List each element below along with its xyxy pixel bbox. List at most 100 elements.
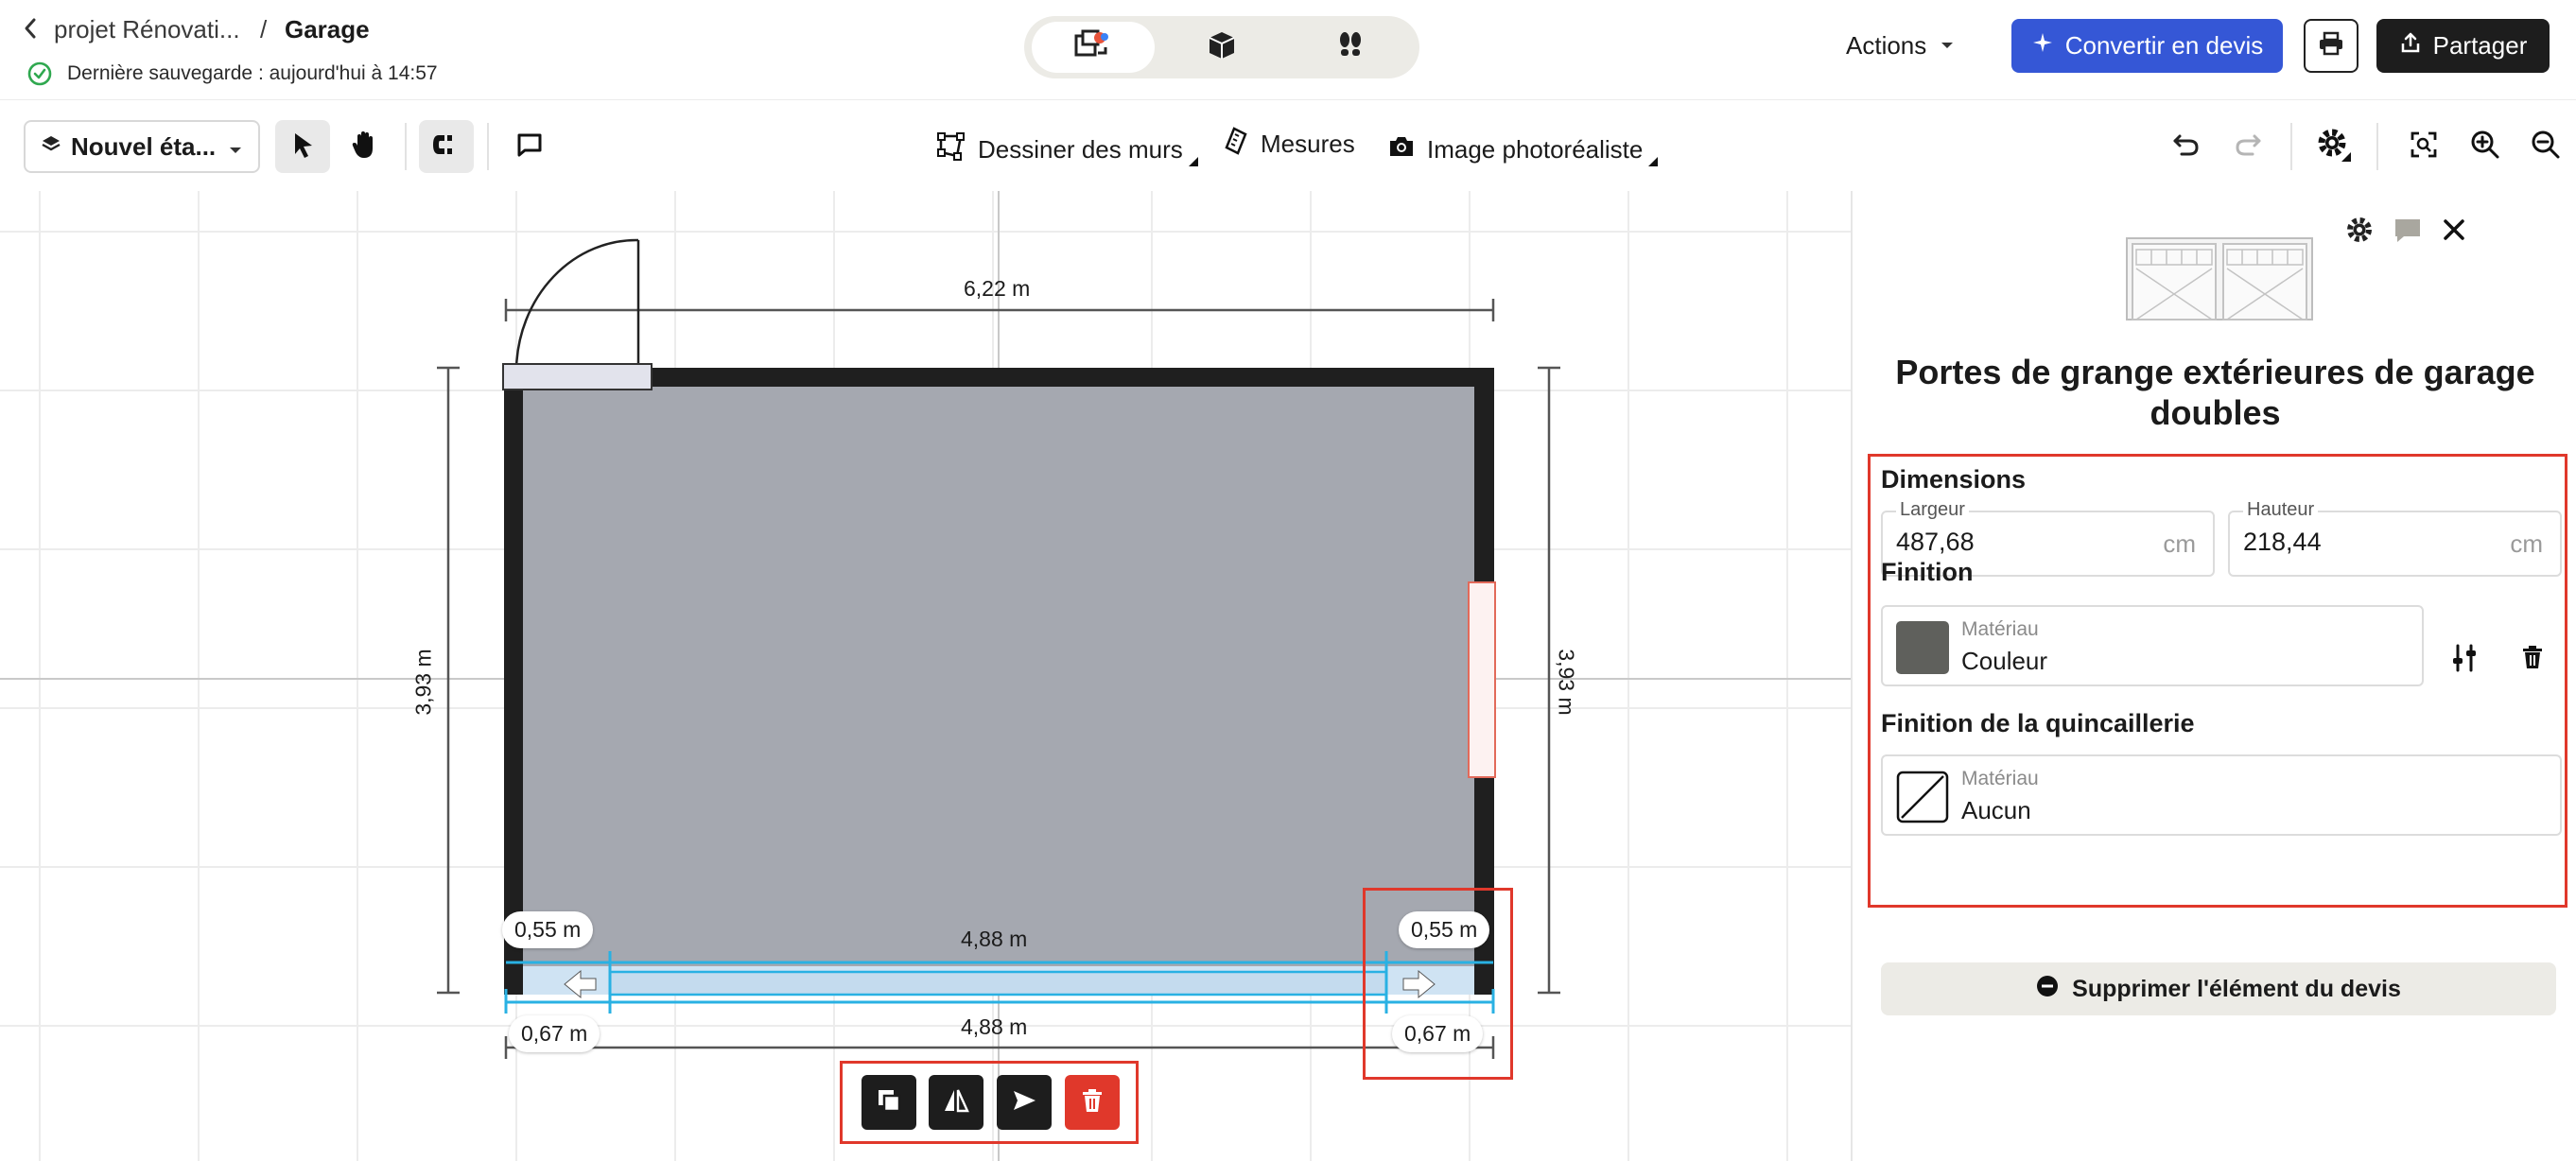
adjust-sliders-icon[interactable]: [2450, 643, 2479, 678]
actions-label: Actions: [1846, 31, 1927, 60]
breadcrumb-project[interactable]: projet Rénovati...: [54, 15, 240, 44]
flip-icon: [942, 1087, 970, 1118]
flip-button[interactable]: [929, 1075, 983, 1130]
dimension-line-left: [437, 366, 460, 995]
app-header: projet Rénovati... / Garage Dernière sau…: [0, 0, 2576, 100]
send-icon: [1011, 1088, 1037, 1118]
settings-button[interactable]: [2306, 120, 2361, 173]
fit-view-button[interactable]: [2396, 120, 2451, 173]
door-frame: [502, 363, 653, 390]
photoreal-image-button[interactable]: Image photoréaliste: [1387, 127, 1659, 173]
view-3d-button[interactable]: [1160, 22, 1283, 73]
settings-gear-small-icon[interactable]: [2345, 216, 2374, 249]
gear-icon: [2317, 128, 2351, 166]
check-circle-icon: [27, 61, 52, 91]
send-button[interactable]: [997, 1075, 1052, 1130]
toolbar-divider: [405, 123, 407, 170]
corner-caret-icon: [1648, 144, 1659, 173]
measures-label: Mesures: [1261, 130, 1355, 158]
duplicate-button[interactable]: [862, 1075, 916, 1130]
cursor-arrow-icon: [289, 130, 316, 164]
hardware-finish-heading: Finition de la quincaillerie: [1881, 709, 2195, 737]
dimensions-heading: Dimensions: [1881, 465, 2027, 494]
hardware-material-field[interactable]: Matériau Aucun: [1881, 754, 2562, 836]
finish-material-label: Matériau: [1961, 618, 2039, 640]
view-walk-button[interactable]: [1289, 22, 1412, 73]
hand-icon: [350, 130, 378, 165]
dimension-left-label: 3,93 m: [410, 649, 436, 716]
layers-icon: [41, 132, 61, 162]
share-button[interactable]: Partager: [2376, 19, 2550, 73]
view-plan-button[interactable]: [1032, 22, 1155, 73]
remove-from-quote-button[interactable]: Supprimer l'élément du devis: [1881, 962, 2556, 1015]
zoom-out-icon: [2531, 130, 2561, 165]
actions-menu[interactable]: Actions: [1846, 31, 1955, 61]
garage-floor: [523, 387, 1474, 976]
dimension-line-top: [504, 299, 1495, 321]
finish-color-swatch: [1896, 621, 1949, 674]
no-material-swatch-icon: [1896, 771, 1949, 828]
hardware-material-label: Matériau: [1961, 768, 2039, 789]
magnet-snap-button[interactable]: [419, 120, 474, 173]
offset-left-top-pill[interactable]: 0,55 m: [502, 911, 594, 948]
delete-button[interactable]: [1065, 1075, 1120, 1130]
draw-walls-label: Dessiner des murs: [978, 135, 1183, 164]
barn-door-thumbnail: [2125, 236, 2314, 326]
focus-frame-icon: [2410, 130, 2438, 164]
draw-walls-button[interactable]: Dessiner des murs: [936, 127, 1198, 173]
select-tool-button[interactable]: [275, 120, 330, 173]
finish-trash-icon[interactable]: [2521, 644, 2544, 675]
toolbar-divider: [2376, 123, 2378, 170]
selected-door-core: [608, 970, 1388, 996]
redo-button[interactable]: [2220, 120, 2275, 173]
camera-icon: [1387, 134, 1416, 165]
toolbar-divider: [487, 123, 489, 170]
door-swing-arc: [514, 238, 639, 369]
walk-footsteps-icon: [1334, 29, 1366, 66]
photoreal-label: Image photoréaliste: [1427, 135, 1644, 164]
printer-icon: [2318, 31, 2344, 61]
magnet-icon: [431, 131, 461, 163]
finish-heading: Finition: [1881, 558, 1974, 586]
pan-tool-button[interactable]: [337, 120, 392, 173]
convert-label: Convertir en devis: [2064, 31, 2264, 60]
print-button[interactable]: [2304, 19, 2358, 73]
back-chevron-icon[interactable]: [21, 15, 40, 46]
height-value[interactable]: 218,44: [2243, 528, 2322, 557]
remove-from-quote-label: Supprimer l'élément du devis: [2072, 975, 2401, 1002]
undo-button[interactable]: [2159, 120, 2214, 173]
zoom-in-button[interactable]: [2458, 120, 2513, 173]
comment-bubble-icon[interactable]: [2393, 217, 2423, 248]
editor-toolbar: Nouvel éta... Dessiner des murs Mesures …: [0, 100, 2576, 192]
zoom-in-icon: [2470, 130, 2500, 165]
close-panel-icon[interactable]: [2442, 217, 2466, 247]
hardware-material-value: Aucun: [1961, 796, 2031, 824]
dimension-right-label: 3,93 m: [1554, 649, 1579, 716]
width-value[interactable]: 487,68: [1896, 528, 1975, 557]
offset-left-bottom-pill[interactable]: 0,67 m: [509, 1015, 600, 1052]
height-unit: cm: [2510, 529, 2543, 558]
duplicate-icon: [876, 1087, 902, 1118]
save-status: Dernière sauvegarde : aujourd'hui à 14:5…: [67, 62, 438, 84]
height-field[interactable]: Hauteur 218,44 cm: [2228, 499, 2562, 577]
door-width-inner-label: 4,88 m: [961, 927, 1028, 951]
height-label: Hauteur: [2243, 499, 2319, 521]
measures-button[interactable]: Mesures: [1225, 127, 1355, 162]
floor-select[interactable]: Nouvel éta...: [24, 120, 260, 173]
comment-tool-button[interactable]: [502, 120, 557, 173]
caret-down-icon: [228, 132, 243, 162]
wall-vertices-icon: [936, 131, 966, 168]
floor-plan-canvas[interactable]: 6,22 m 3,93 m 3,93 m 4,88 m 4,88 m 0,55 …: [0, 191, 1851, 1161]
comment-icon: [515, 131, 544, 163]
convert-to-quote-button[interactable]: Convertir en devis: [2011, 19, 2283, 73]
finish-material-value: Couleur: [1961, 647, 2048, 675]
share-label: Partager: [2432, 31, 2528, 60]
finish-material-field[interactable]: Matériau Couleur: [1881, 605, 2424, 686]
zoom-out-button[interactable]: [2518, 120, 2573, 173]
corner-caret-icon: [1188, 144, 1198, 173]
window-right: [1468, 581, 1496, 778]
highlight-right-offset: [1363, 888, 1513, 1080]
caret-down-icon: [1940, 38, 1955, 55]
properties-panel: Portes de grange extérieures de garage d…: [1851, 191, 2576, 1161]
redo-icon: [2234, 132, 2262, 162]
